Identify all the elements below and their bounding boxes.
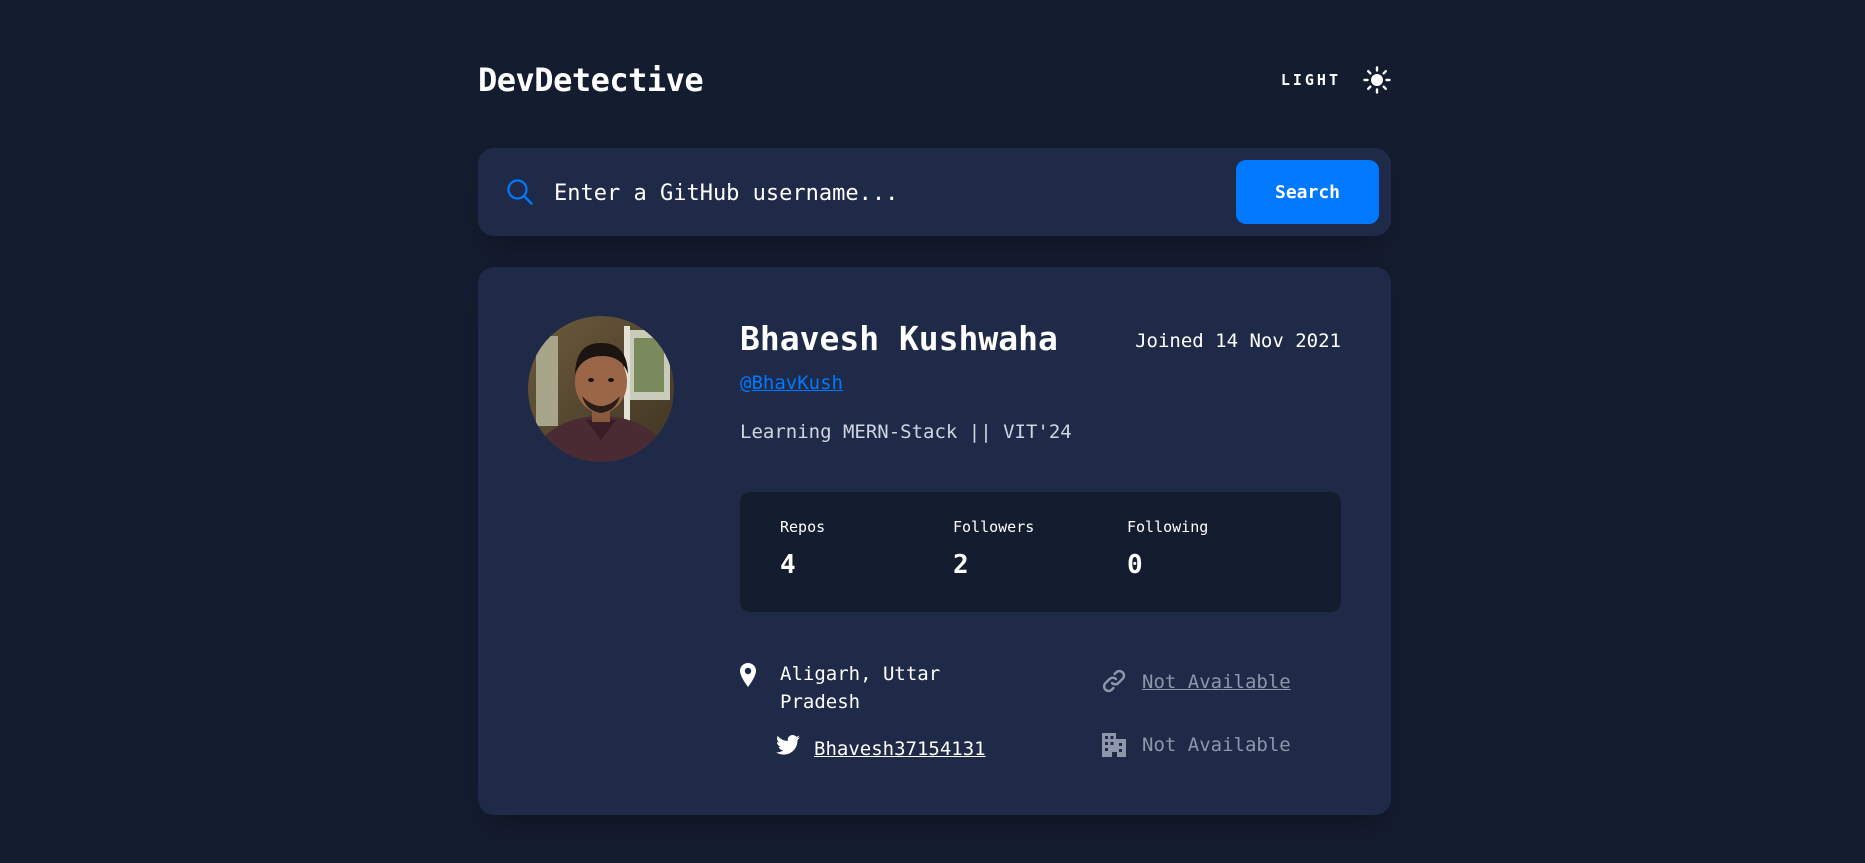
twitter-link[interactable]: Bhavesh37154131: [814, 735, 986, 763]
stat-repos: Repos 4: [780, 517, 940, 581]
avatar: [528, 316, 674, 462]
stat-followers-label: Followers: [953, 518, 1035, 536]
info-website: Not Available: [1102, 669, 1291, 696]
stat-repos-value: 4: [780, 550, 796, 580]
stat-following-value: 0: [1127, 550, 1143, 580]
company-text: Not Available: [1142, 734, 1291, 756]
joined-date: Joined 14 Nov 2021: [1135, 330, 1341, 352]
link-icon: [1102, 669, 1126, 693]
stat-repos-label: Repos: [780, 518, 826, 536]
profile-card: Bhavesh Kushwaha Joined 14 Nov 2021 @Bha…: [478, 267, 1391, 815]
stat-followers: Followers 2: [953, 517, 1113, 581]
location-line-1: Aligarh, Uttar: [780, 663, 941, 685]
profile-bio: Learning MERN-Stack || VIT'24: [740, 421, 1072, 443]
profile-username-link[interactable]: @BhavKush: [740, 370, 843, 396]
stat-following-label: Following: [1127, 518, 1209, 536]
profile-name: Bhavesh Kushwaha: [740, 319, 1058, 358]
sun-icon: [1363, 66, 1391, 94]
search-bar: Search: [478, 148, 1391, 236]
website-link[interactable]: Not Available: [1142, 668, 1291, 696]
location-text: Aligarh, Uttar Pradesh: [780, 660, 940, 716]
search-icon: [506, 178, 534, 206]
search-input[interactable]: [552, 166, 1196, 220]
stats-box: Repos 4 Followers 2 Following 0: [740, 492, 1341, 612]
info-twitter: Bhavesh37154131: [776, 735, 986, 763]
search-button[interactable]: Search: [1236, 160, 1379, 224]
info-location: Aligarh, Uttar Pradesh: [740, 660, 940, 716]
location-line-2: Pradesh: [780, 691, 861, 713]
theme-toggle[interactable]: LIGHT: [1281, 60, 1391, 100]
twitter-icon: [776, 735, 800, 755]
app-logo: DevDetective: [478, 61, 704, 99]
building-icon: [1102, 733, 1126, 757]
theme-toggle-label: LIGHT: [1280, 71, 1341, 89]
stat-followers-value: 2: [953, 550, 969, 580]
info-company: Not Available: [1102, 733, 1291, 759]
location-pin-icon: [740, 663, 756, 687]
header: DevDetective LIGHT: [478, 56, 1391, 104]
stat-following: Following 0: [1127, 517, 1287, 581]
